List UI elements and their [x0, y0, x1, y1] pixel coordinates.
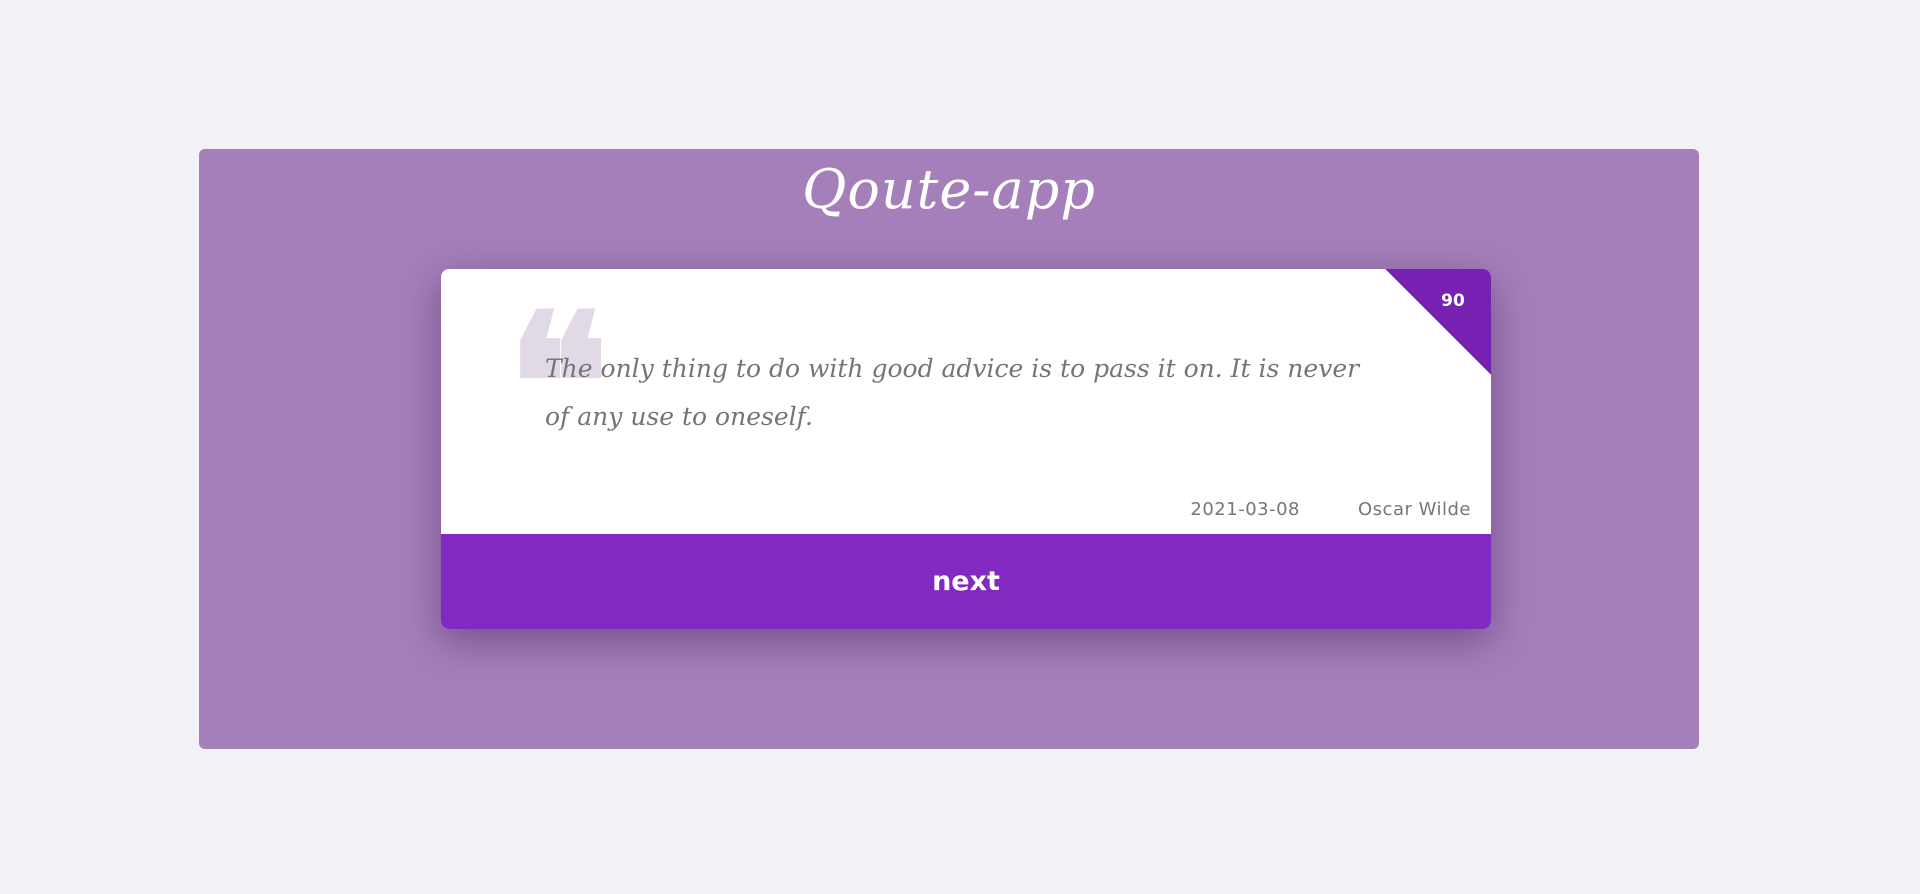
quote-meta: 2021-03-08 Oscar Wilde	[1190, 494, 1471, 524]
quote-card: 90 ❝ The only thing to do with good advi…	[441, 269, 1491, 629]
quote-author: Oscar Wilde	[1358, 498, 1471, 520]
next-button[interactable]: next	[441, 534, 1491, 629]
quote-text: The only thing to do with good advice is…	[545, 354, 1360, 431]
app-title: Qoute-app	[802, 158, 1096, 221]
quote-id: 90	[1441, 291, 1465, 311]
quote-id-badge: 90	[1385, 269, 1491, 375]
quote-date: 2021-03-08	[1190, 498, 1300, 520]
app-panel: Qoute-app 90 ❝ The only thing to do with…	[199, 149, 1699, 749]
